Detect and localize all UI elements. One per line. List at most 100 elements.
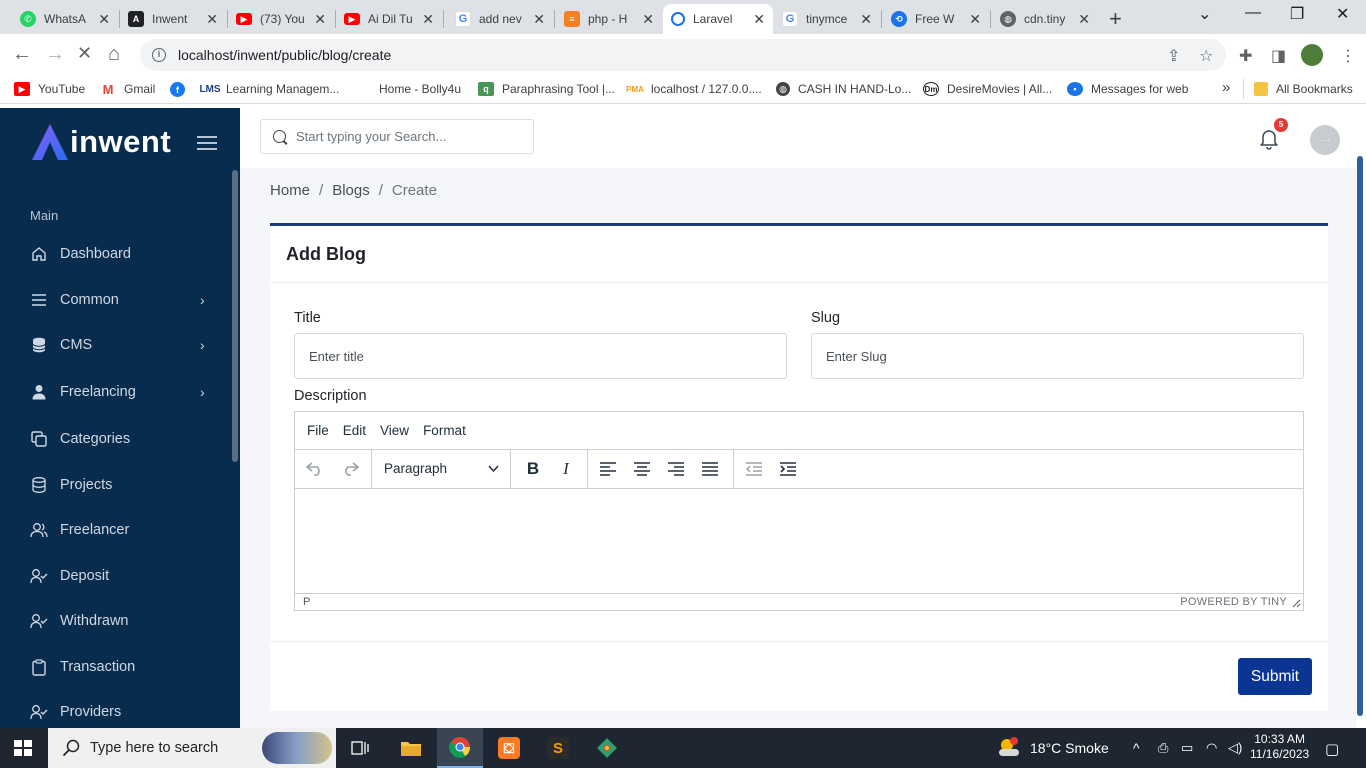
home-icon[interactable]: ⌂ <box>108 43 120 66</box>
sidebar-item-freelancer[interactable]: Freelancer <box>0 510 232 550</box>
outdent-icon[interactable] <box>743 459 765 479</box>
menu-format[interactable]: Format <box>423 423 466 438</box>
browser-tab[interactable]: ▶ (73) You ✕ <box>228 4 334 34</box>
close-icon[interactable]: ✕ <box>753 11 765 28</box>
bookmark-gmail[interactable]: M Gmail <box>100 82 155 97</box>
sidebar-item-common[interactable]: Common › <box>0 280 232 320</box>
bookmark-desiremovies[interactable]: Dm DesireMovies | All... <box>923 82 1052 96</box>
search-input[interactable]: Start typing your Search... <box>260 119 534 154</box>
close-icon[interactable]: ✕ <box>642 11 654 28</box>
battery-icon[interactable]: ▭ <box>1181 740 1193 756</box>
sidebar-item-deposit[interactable]: Deposit <box>0 556 232 596</box>
taskbar-search-input[interactable]: Type here to search <box>48 728 336 768</box>
restore-button[interactable]: ❐ <box>1290 4 1304 24</box>
sidebar-scrollbar[interactable] <box>232 170 238 462</box>
sidebar-item-transaction[interactable]: Transaction <box>0 647 232 687</box>
undo-icon[interactable] <box>304 459 326 479</box>
bookmark-star-icon[interactable]: ☆ <box>1199 46 1213 66</box>
bookmark-paraphrasing[interactable]: q Paraphrasing Tool |... <box>478 82 615 96</box>
bold-icon[interactable]: B <box>522 459 544 479</box>
editor-content-area[interactable] <box>295 490 1303 592</box>
menu-file[interactable]: File <box>307 423 329 438</box>
powered-by-tiny[interactable]: POWERED BY TINY <box>1180 596 1287 608</box>
bookmark-bolly4u[interactable]: Home - Bolly4u <box>379 82 461 96</box>
chrome-icon[interactable] <box>437 728 483 768</box>
brand-logo[interactable]: inwent <box>30 122 171 162</box>
chevron-up-icon[interactable]: ^ <box>1133 740 1140 756</box>
close-icon[interactable]: ✕ <box>533 11 545 28</box>
align-right-icon[interactable] <box>665 459 687 479</box>
submit-button[interactable]: Submit <box>1238 658 1312 695</box>
meet-now-icon[interactable]: ⎙ <box>1158 740 1168 756</box>
bookmarks-overflow-button[interactable]: » <box>1222 79 1230 96</box>
browser-tab[interactable]: A Inwent ✕ <box>120 4 226 34</box>
sublime-text-icon[interactable]: S <box>535 728 581 768</box>
weather-text[interactable]: 18°C Smoke <box>1030 740 1109 756</box>
element-path[interactable]: P <box>303 596 310 608</box>
window-close-button[interactable]: ✕ <box>1336 4 1349 24</box>
close-icon[interactable]: ✕ <box>1078 11 1090 28</box>
notifications-icon[interactable]: ▢ <box>1325 740 1339 758</box>
windows-start-icon[interactable] <box>14 740 32 756</box>
indent-icon[interactable] <box>777 459 799 479</box>
close-icon[interactable]: ✕ <box>422 11 434 28</box>
minimize-button[interactable]: — <box>1245 4 1261 22</box>
browser-tab[interactable]: ≡ php - H ✕ <box>556 4 662 34</box>
menu-toggle-icon[interactable] <box>197 136 217 152</box>
side-panel-icon[interactable]: ◨ <box>1271 46 1286 66</box>
browser-tab[interactable]: G tinymce ✕ <box>774 4 880 34</box>
url-text[interactable]: localhost/inwent/public/blog/create <box>178 47 391 63</box>
resize-handle-icon[interactable] <box>1292 599 1301 608</box>
redo-icon[interactable] <box>339 459 361 479</box>
new-tab-button[interactable]: + <box>1109 6 1122 32</box>
forward-arrow-icon[interactable]: → <box>45 43 65 66</box>
title-input[interactable] <box>294 333 787 379</box>
breadcrumb-home[interactable]: Home <box>270 182 310 199</box>
system-clock[interactable]: 10:33 AM 11/16/2023 <box>1250 732 1309 762</box>
weather-icon[interactable] <box>997 736 1021 761</box>
back-arrow-icon[interactable]: ← <box>12 43 32 66</box>
site-info-icon[interactable]: i <box>152 48 166 62</box>
menu-edit[interactable]: Edit <box>343 423 366 438</box>
volume-icon[interactable]: ◁) <box>1228 740 1242 756</box>
browser-tab[interactable]: ◍ cdn.tiny ✕ <box>992 4 1098 34</box>
sidebar-item-categories[interactable]: Categories <box>0 419 232 459</box>
sidebar-item-cms[interactable]: CMS › <box>0 325 232 365</box>
close-icon[interactable]: ✕ <box>206 11 218 28</box>
bookmark-facebook[interactable]: f <box>170 82 193 97</box>
sidebar-item-withdrawn[interactable]: Withdrawn <box>0 601 232 641</box>
browser-tab[interactable]: G add nev ✕ <box>447 4 553 34</box>
browser-tab[interactable]: ▶ Ai Dil Tu ✕ <box>336 4 442 34</box>
slug-input[interactable] <box>811 333 1304 379</box>
share-icon[interactable]: ⇪ <box>1167 46 1180 66</box>
align-justify-icon[interactable] <box>699 459 721 479</box>
sidebar-item-freelancing[interactable]: Freelancing › <box>0 372 232 412</box>
bookmark-lms[interactable]: LMS Learning Managem... <box>199 82 339 96</box>
task-view-icon[interactable] <box>337 728 383 768</box>
align-left-icon[interactable] <box>597 459 619 479</box>
close-icon[interactable]: ✕ <box>98 11 110 28</box>
bookmark-messages[interactable]: ▪ Messages for web <box>1067 82 1188 96</box>
all-bookmarks-folder[interactable]: All Bookmarks <box>1254 82 1353 96</box>
file-explorer-icon[interactable] <box>388 728 434 768</box>
menu-view[interactable]: View <box>380 423 409 438</box>
avatar[interactable]: ··· <box>1310 125 1340 155</box>
bookmark-cash-in-hand[interactable]: ◍ CASH IN HAND-Lo... <box>776 82 911 96</box>
block-format-select[interactable]: Paragraph <box>372 450 511 488</box>
page-scrollbar[interactable] <box>1357 156 1363 716</box>
wifi-icon[interactable]: ◠ <box>1206 740 1217 756</box>
stop-loading-icon[interactable]: ✕ <box>77 43 92 64</box>
sidebar-item-dashboard[interactable]: Dashboard <box>0 234 232 274</box>
menu-icon[interactable]: ⋮ <box>1340 46 1356 66</box>
address-bar[interactable]: i localhost/inwent/public/blog/create <box>140 39 1226 71</box>
browser-tab[interactable]: ✆ WhatsA ✕ <box>12 4 118 34</box>
close-icon[interactable]: ✕ <box>860 11 872 28</box>
close-icon[interactable]: ✕ <box>969 11 981 28</box>
sidebar-item-providers[interactable]: Providers <box>0 692 232 728</box>
xampp-icon[interactable]: ⛋ <box>486 728 532 768</box>
italic-icon[interactable]: I <box>555 459 577 479</box>
browser-tab[interactable]: ⟲ Free W ✕ <box>883 4 989 34</box>
bookmark-phpmyadmin[interactable]: PMA localhost / 127.0.0.... <box>626 82 762 96</box>
git-icon[interactable] <box>584 728 630 768</box>
bookmark-youtube[interactable]: ▶ YouTube <box>14 82 85 96</box>
